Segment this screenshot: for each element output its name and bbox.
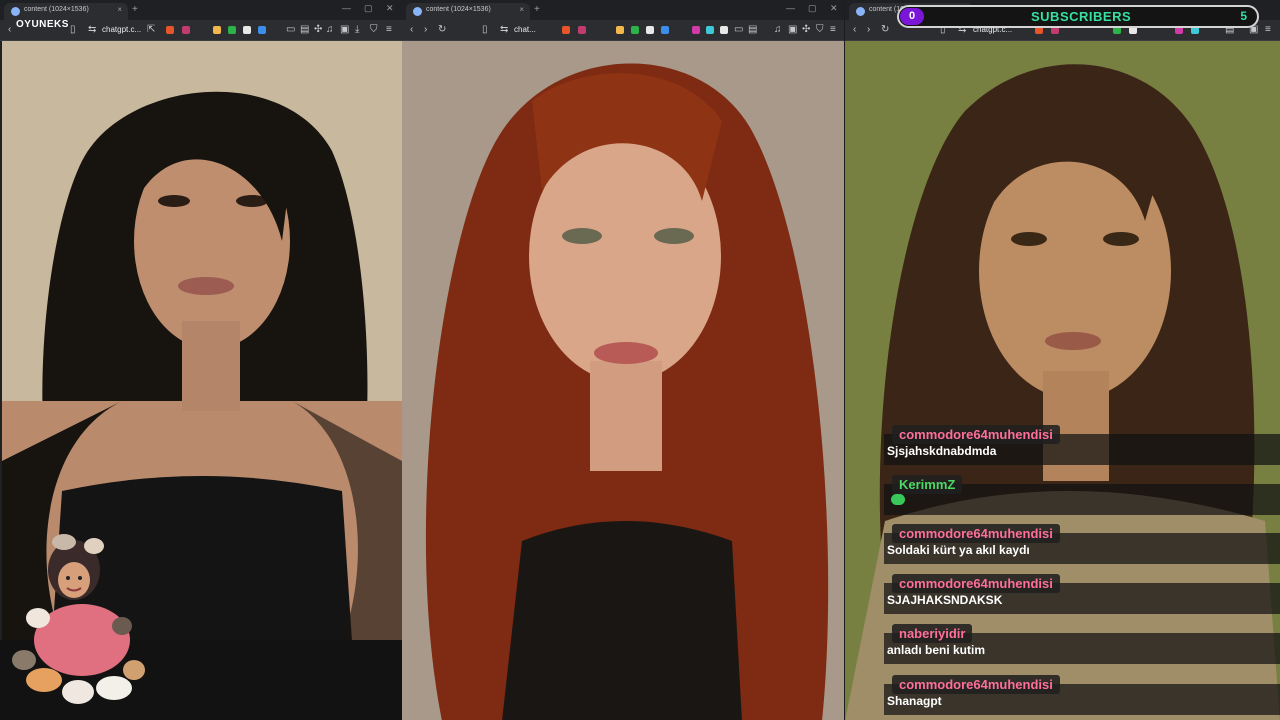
share-icon[interactable]: ⇱ (147, 24, 155, 36)
chat-message-text: Soldaki kürt ya akıl kaydı (887, 543, 1030, 557)
globe-icon (11, 7, 20, 16)
extension-icon[interactable] (213, 26, 221, 34)
url-text[interactable]: chat... (514, 25, 536, 34)
brave-shield-icon[interactable] (562, 26, 570, 34)
close-icon[interactable]: × (519, 5, 524, 14)
bookmark-icon[interactable]: ▯ (482, 24, 488, 36)
back-icon[interactable]: ‹ (410, 24, 413, 36)
gallery-icon[interactable]: ▤ (748, 24, 757, 36)
chat-message: Shanagpt commodore64muhendisi (884, 675, 1280, 717)
forward-icon[interactable]: › (867, 24, 870, 36)
tab-strip: content (1024×1536) × + — ▢ ✕ (0, 0, 402, 20)
extension-diamond-icon[interactable] (243, 26, 251, 34)
subscriber-goal-count: 5 (1240, 9, 1247, 23)
shield-icon[interactable]: ⛉ (370, 24, 378, 36)
chat-message: anladı beni kutim naberiyidir (884, 624, 1280, 666)
bookmark-icon[interactable]: ▯ (70, 24, 76, 36)
window-close-icon[interactable]: ✕ (830, 3, 838, 14)
extension-blue-icon[interactable] (661, 26, 669, 34)
chat-message-text: anladı beni kutim (887, 643, 986, 657)
chat-username: naberiyidir (892, 624, 973, 643)
music-icon[interactable]: ♫ (326, 24, 334, 36)
browser-toolbar: ‹ › ↻ ▯ ⇆ chat... ▭ ▤ ♫ ▣ ✣ ⛉ ≡ (402, 20, 844, 41)
back-icon[interactable]: ‹ (8, 24, 11, 36)
forward-icon[interactable]: › (424, 24, 427, 36)
globe-icon (856, 7, 865, 16)
brave-shield-icon[interactable] (166, 26, 174, 34)
cat-lady-sticker (12, 534, 145, 704)
menu-icon[interactable]: ≡ (1265, 24, 1271, 36)
chat-message: KerimmZ (884, 475, 1280, 517)
brave-rewards-icon[interactable] (578, 26, 586, 34)
channel-logo: OYUNEKS (16, 19, 69, 30)
chat-username: commodore64muhendisi (892, 574, 1060, 593)
maximize-icon[interactable]: ▢ (364, 3, 373, 14)
portrait-image-2 (402, 41, 844, 720)
chat-icon[interactable]: ▭ (734, 24, 743, 36)
subscriber-progress-count: 0 (900, 8, 924, 25)
new-tab-icon[interactable]: + (132, 4, 138, 15)
minimize-icon[interactable]: — (342, 3, 351, 13)
reload-icon[interactable]: ↻ (438, 24, 446, 36)
maximize-icon[interactable]: ▢ (808, 3, 817, 14)
music-icon[interactable]: ♫ (774, 24, 782, 36)
extension-k-icon[interactable] (631, 26, 639, 34)
chat-message-text: Shanagpt (887, 694, 942, 708)
extension-diamond-icon[interactable] (646, 26, 654, 34)
tab-content[interactable]: content (1024×1536) × (406, 3, 530, 20)
extension-white-icon[interactable] (720, 26, 728, 34)
back-icon[interactable]: ‹ (853, 24, 856, 36)
gallery-icon[interactable]: ▤ (300, 24, 309, 36)
download-icon[interactable]: ⤓ (355, 24, 359, 36)
extension-blue-icon[interactable] (258, 26, 266, 34)
sidebar-icon[interactable]: ▣ (340, 24, 349, 36)
chat-message: Sjsjahskdnabdmda commodore64muhendisi (884, 425, 1280, 467)
portrait-image-3 (845, 41, 1280, 720)
close-icon[interactable]: × (117, 5, 122, 14)
puzzle-icon[interactable]: ✣ (314, 24, 322, 36)
shield-icon[interactable]: ⛉ (816, 24, 824, 36)
tab-title: content (1024×1536) (426, 6, 491, 13)
chat-username: commodore64muhendisi (892, 425, 1060, 444)
window-close-icon[interactable]: ✕ (386, 3, 394, 14)
url-text[interactable]: chatgpt.c... (102, 25, 141, 34)
chat-icon[interactable]: ▭ (286, 24, 295, 36)
menu-icon[interactable]: ≡ (830, 24, 836, 36)
chat-message-text: SJAJHAKSNDAKSK (887, 593, 1003, 607)
chat-message: Soldaki kürt ya akıl kaydı commodore64mu… (884, 524, 1280, 566)
brave-rewards-icon[interactable] (182, 26, 190, 34)
chat-username: commodore64muhendisi (892, 524, 1060, 543)
tab-strip: content (1024×1536) × + — ▢ ✕ (402, 0, 844, 20)
sidebar-icon[interactable]: ▣ (788, 24, 797, 36)
browser-window-1: content (1024×1536) × + — ▢ ✕ ‹ ▯ ⇆ chat… (0, 0, 402, 720)
chat-username: KerimmZ (892, 475, 963, 494)
globe-icon (413, 7, 422, 16)
extension-pink-icon[interactable] (692, 26, 700, 34)
menu-icon[interactable]: ≡ (386, 24, 392, 36)
extension-cyan-icon[interactable] (706, 26, 714, 34)
green-emote-icon (891, 494, 905, 505)
subscribers-widget: 0 SUBSCRIBERS 5 (897, 5, 1259, 28)
tab-title: content (1024×1536) (24, 6, 89, 13)
minimize-icon[interactable]: — (786, 3, 795, 13)
tab-content[interactable]: content (1024×1536) × (4, 3, 128, 20)
chat-message: SJAJHAKSNDAKSK commodore64muhendisi (884, 574, 1280, 616)
chat-username: commodore64muhendisi (892, 675, 1060, 694)
extension-k-icon[interactable] (228, 26, 236, 34)
reload-icon[interactable]: ↻ (881, 24, 889, 36)
puzzle-icon[interactable]: ✣ (802, 24, 810, 36)
chat-message-text: Sjsjahskdnabdmda (887, 444, 997, 458)
subscribers-label: SUBSCRIBERS (1031, 9, 1132, 24)
new-tab-icon[interactable]: + (534, 4, 540, 15)
browser-window-2: content (1024×1536) × + — ▢ ✕ ‹ › ↻ ▯ ⇆ … (402, 0, 844, 720)
site-settings-icon[interactable]: ⇆ (88, 24, 96, 36)
site-settings-icon[interactable]: ⇆ (500, 24, 508, 36)
extension-icon[interactable] (616, 26, 624, 34)
